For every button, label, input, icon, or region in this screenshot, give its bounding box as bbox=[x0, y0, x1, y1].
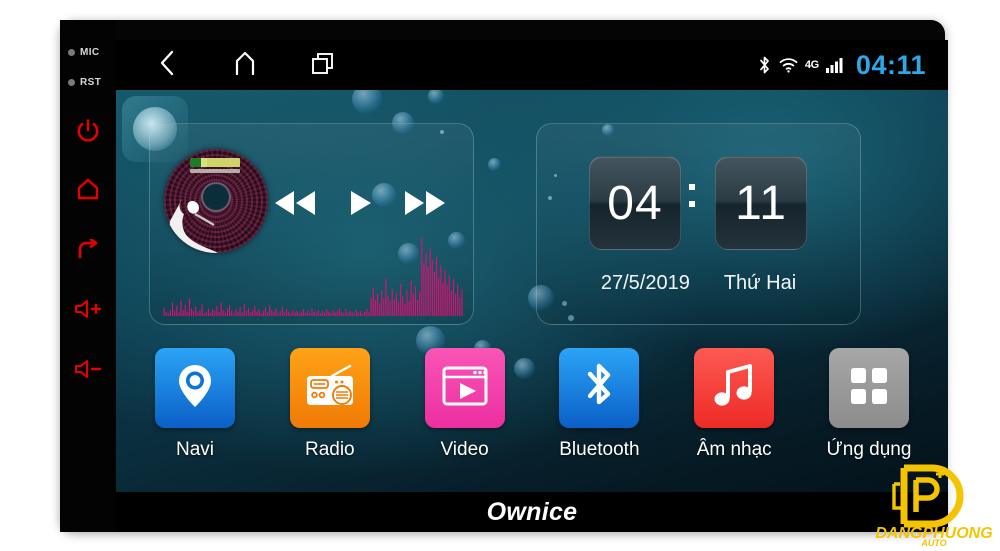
status-clock: 04:11 bbox=[855, 49, 926, 80]
mic-label: MIC bbox=[80, 47, 100, 58]
clock-date-row: 27/5/2019 Thứ Hai bbox=[537, 272, 860, 295]
app-video[interactable]: Video bbox=[406, 348, 524, 461]
play-button[interactable] bbox=[335, 185, 385, 225]
signal-bars-icon bbox=[825, 57, 843, 73]
previous-button[interactable] bbox=[270, 185, 320, 225]
app-radio-label: Radio bbox=[304, 439, 355, 460]
disc-label-brand bbox=[190, 158, 242, 173]
app-bluetooth[interactable]: Bluetooth bbox=[540, 348, 658, 461]
disc-brand-subtext bbox=[190, 169, 240, 173]
app-bluetooth-label: Bluetooth bbox=[559, 439, 640, 460]
map-pin-icon bbox=[173, 361, 217, 416]
clock-colon-separator bbox=[689, 184, 695, 207]
volume-down-button[interactable] bbox=[60, 352, 116, 386]
app-apps[interactable]: Ứng dụng bbox=[810, 348, 928, 461]
clock-hour-tile: 04 bbox=[589, 156, 681, 250]
app-video-label: Video bbox=[440, 439, 489, 460]
app-music-label: Âm nhạc bbox=[696, 439, 772, 460]
wifi-icon bbox=[779, 57, 798, 73]
nav-home-button[interactable] bbox=[230, 50, 260, 80]
app-radio[interactable]: Radio bbox=[271, 348, 389, 461]
home-screen-wallpaper[interactable]: 04 11 27/5/2019 Thứ Hai Navi Radio Video… bbox=[116, 90, 948, 492]
reset-indicator[interactable]: RST bbox=[68, 77, 101, 88]
app-music-tile[interactable] bbox=[694, 348, 775, 428]
head-unit-device: MIC RST 4G 04:11 04 11 27/5/2019 Thứ Hai… bbox=[60, 20, 948, 532]
app-bluetooth-tile[interactable] bbox=[559, 348, 640, 428]
volume-up-button[interactable] bbox=[60, 292, 116, 326]
app-grid-icon bbox=[848, 365, 890, 412]
bokeh-bubble bbox=[428, 90, 444, 104]
app-video-tile[interactable] bbox=[424, 348, 505, 428]
nav-back-button[interactable] bbox=[152, 50, 182, 80]
status-indicators: 4G 04:11 bbox=[757, 50, 926, 81]
app-navi-tile[interactable] bbox=[155, 348, 235, 428]
reset-label: RST bbox=[80, 77, 102, 88]
bluetooth-icon bbox=[757, 55, 772, 75]
home-icon bbox=[76, 178, 100, 200]
bokeh-bubble bbox=[488, 158, 501, 171]
watermark-monogram bbox=[892, 464, 964, 528]
clock-date: 27/5/2019 bbox=[600, 272, 690, 294]
bluetooth-icon bbox=[582, 361, 616, 416]
colon-dot-top bbox=[689, 184, 695, 190]
colon-dot-bottom bbox=[689, 201, 695, 207]
clock-hour-value: 04 bbox=[607, 176, 663, 230]
home-outline-icon bbox=[232, 50, 258, 81]
network-type-label: 4G bbox=[804, 58, 819, 71]
navigation-keys bbox=[152, 50, 338, 80]
transport-controls bbox=[270, 180, 450, 230]
recents-squares-icon bbox=[310, 50, 336, 81]
app-dock: Navi Radio Video Bluetooth Âm nhạc Ứng d… bbox=[136, 348, 928, 478]
status-bar: 4G 04:11 bbox=[116, 40, 948, 90]
clock-minute-tile: 11 bbox=[715, 156, 807, 250]
nav-recents-button[interactable] bbox=[308, 50, 338, 80]
app-music[interactable]: Âm nhạc bbox=[675, 348, 793, 461]
app-radio-tile[interactable] bbox=[289, 348, 370, 428]
video-play-icon bbox=[441, 364, 489, 413]
app-navi-label: Navi bbox=[175, 439, 214, 460]
home-button[interactable] bbox=[60, 172, 116, 206]
power-icon bbox=[77, 119, 99, 143]
play-icon bbox=[348, 189, 373, 222]
touchscreen[interactable]: 4G 04:11 04 11 27/5/2019 Thứ Hai Navi Ra… bbox=[116, 40, 948, 492]
music-note-icon bbox=[712, 362, 756, 415]
mic-led-dot bbox=[68, 49, 75, 56]
app-navi[interactable]: Navi bbox=[136, 348, 254, 461]
watermark-line2: AUTO bbox=[920, 538, 946, 546]
next-button[interactable] bbox=[400, 185, 450, 225]
rewind-icon bbox=[273, 189, 317, 222]
app-apps-tile[interactable] bbox=[828, 348, 909, 428]
back-button[interactable] bbox=[60, 233, 116, 267]
music-player-widget[interactable] bbox=[149, 123, 474, 325]
brand-name: Ownice bbox=[486, 497, 578, 526]
power-button[interactable] bbox=[60, 114, 116, 148]
dealer-watermark: DANGPHUONG AUTO bbox=[870, 458, 998, 548]
volume-up-icon bbox=[73, 299, 103, 319]
volume-down-icon bbox=[73, 359, 103, 379]
bokeh-bubble bbox=[352, 90, 382, 114]
brand-bar: Ownice bbox=[116, 492, 948, 532]
disc-brand-mark bbox=[190, 158, 240, 167]
mic-indicator: MIC bbox=[68, 47, 100, 58]
clock-weekday: Thứ Hai bbox=[723, 272, 797, 294]
disc-center-hole bbox=[201, 181, 231, 212]
audio-visualizer bbox=[163, 238, 463, 316]
fast-forward-icon bbox=[403, 189, 447, 222]
hardware-key-column: MIC RST bbox=[60, 20, 116, 532]
back-arrow-icon bbox=[76, 239, 101, 261]
clock-widget[interactable]: 04 11 27/5/2019 Thứ Hai bbox=[536, 123, 861, 325]
radio-icon bbox=[304, 364, 356, 413]
clock-minute-value: 11 bbox=[735, 176, 787, 230]
chevron-left-icon bbox=[159, 50, 175, 81]
reset-led-dot bbox=[68, 79, 75, 86]
